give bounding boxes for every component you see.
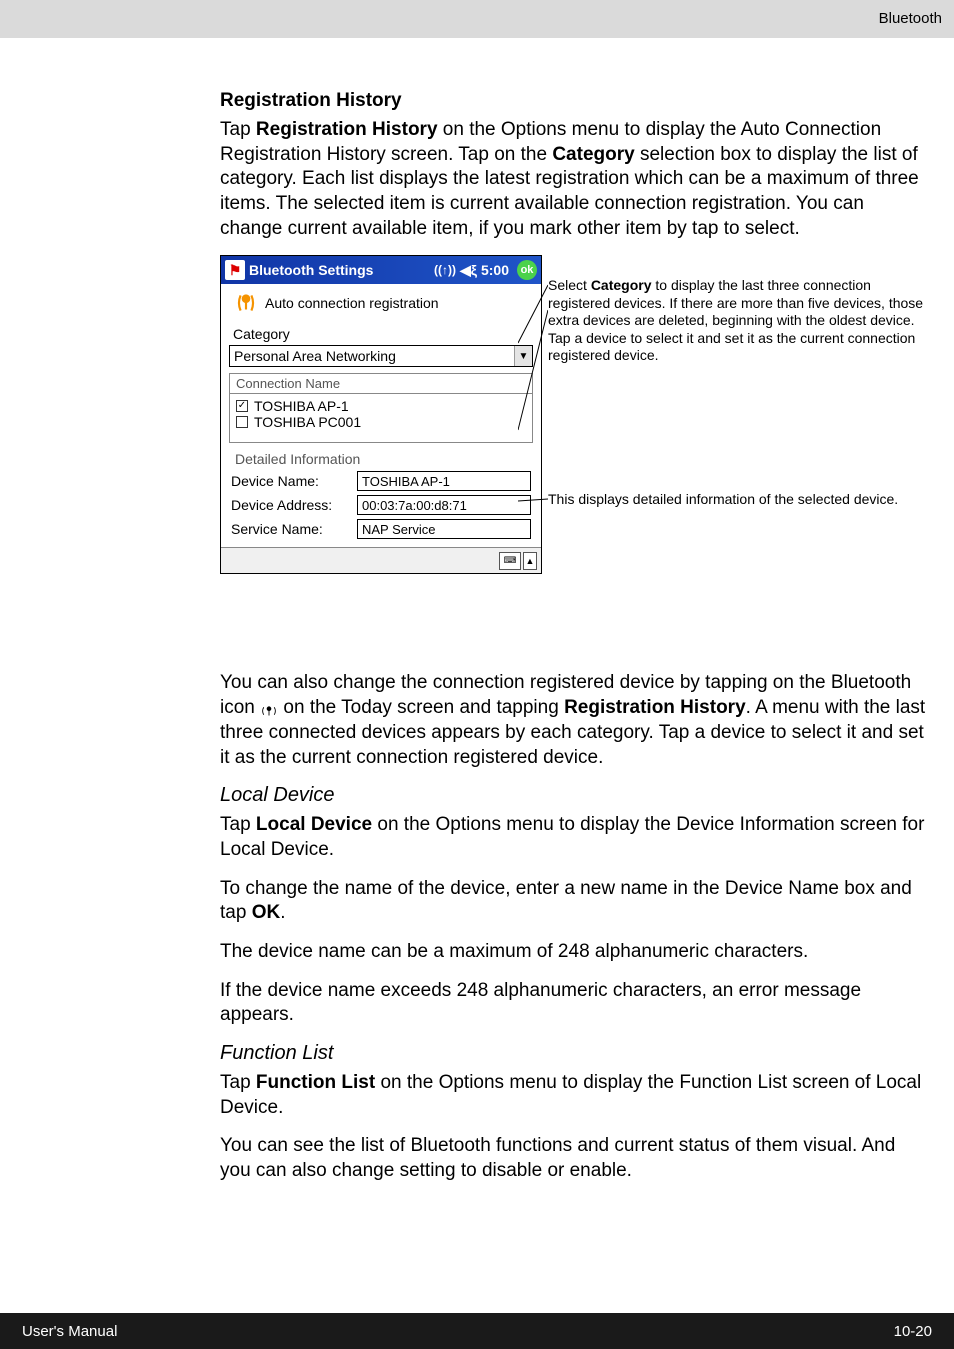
kv-value: TOSHIBA AP-1 [357, 471, 531, 491]
callout-column: Select Category to display the last thre… [548, 255, 928, 655]
paragraph-local-2: To change the name of the device, enter … [220, 877, 928, 926]
window-title: Bluetooth Settings [249, 262, 373, 278]
category-dropdown[interactable]: Personal Area Networking ▼ [229, 345, 533, 367]
kv-key: Service Name: [231, 521, 351, 537]
clock: 5:00 [481, 262, 509, 278]
paragraph-func-1: Tap Function List on the Options menu to… [220, 1071, 928, 1120]
kv-key: Device Name: [231, 473, 351, 489]
paragraph-func-2: You can see the list of Bluetooth functi… [220, 1134, 928, 1183]
keyboard-icon[interactable]: ⌨ [499, 552, 521, 570]
speaker-icon: ◀ξ [460, 262, 477, 279]
bluetooth-inline-icon [260, 701, 278, 715]
kv-value: 00:03:7a:00:d8:71 [357, 495, 531, 515]
checkbox-icon[interactable] [236, 416, 248, 428]
list-header: Connection Name [230, 374, 532, 394]
list-item-label: TOSHIBA PC001 [254, 414, 361, 430]
callout-detail: This displays detailed information of th… [548, 491, 928, 509]
detail-label: Detailed Information [231, 451, 535, 467]
footer: User's Manual 10-20 [0, 1313, 954, 1349]
start-icon[interactable]: ⚑ [225, 260, 245, 280]
kv-row: Device Name: TOSHIBA AP-1 [231, 471, 531, 491]
list-item[interactable]: ✓ TOSHIBA AP-1 [236, 398, 526, 414]
subtitle: Auto connection registration [265, 295, 439, 311]
list-item[interactable]: TOSHIBA PC001 [236, 414, 526, 430]
heading-registration-history: Registration History [220, 90, 928, 112]
checkbox-icon[interactable]: ✓ [236, 400, 248, 412]
window-titlebar: ⚑ Bluetooth Settings ((↑)) ◀ξ 5:00 ok [221, 256, 541, 284]
list-item-label: TOSHIBA AP-1 [254, 398, 349, 414]
device-screenshot: ⚑ Bluetooth Settings ((↑)) ◀ξ 5:00 ok Au… [220, 255, 542, 574]
up-arrow-icon[interactable]: ▲ [523, 552, 537, 570]
kv-key: Device Address: [231, 497, 351, 513]
kv-value: NAP Service [357, 519, 531, 539]
figure-area: ⚑ Bluetooth Settings ((↑)) ◀ξ 5:00 ok Au… [220, 255, 928, 655]
kv-row: Device Address: 00:03:7a:00:d8:71 [231, 495, 531, 515]
paragraph-local-1: Tap Local Device on the Options menu to … [220, 813, 928, 862]
callout-category: Select Category to display the last thre… [548, 277, 928, 365]
sip-bar: ⌨ ▲ [221, 547, 541, 573]
paragraph-local-4: If the device name exceeds 248 alphanume… [220, 979, 928, 1028]
header-section: Bluetooth [879, 10, 942, 27]
paragraph-today: You can also change the connection regis… [220, 671, 928, 770]
footer-left: User's Manual [22, 1323, 117, 1340]
category-label: Category [227, 326, 535, 342]
heading-function-list: Function List [220, 1042, 928, 1065]
header-bar: Bluetooth [0, 0, 954, 38]
paragraph-intro: Tap Registration History on the Options … [220, 118, 928, 241]
paragraph-local-3: The device name can be a maximum of 248 … [220, 940, 928, 965]
connection-list: Connection Name ✓ TOSHIBA AP-1 TOSHIBA P… [229, 373, 533, 443]
footer-right: 10-20 [894, 1323, 932, 1340]
kv-row: Service Name: NAP Service [231, 519, 531, 539]
dropdown-arrow-icon[interactable]: ▼ [514, 346, 532, 366]
bluetooth-icon [233, 290, 259, 316]
signal-icon: ((↑)) [434, 263, 456, 277]
category-value: Personal Area Networking [234, 348, 396, 364]
ok-button[interactable]: ok [517, 260, 537, 280]
heading-local-device: Local Device [220, 784, 928, 807]
